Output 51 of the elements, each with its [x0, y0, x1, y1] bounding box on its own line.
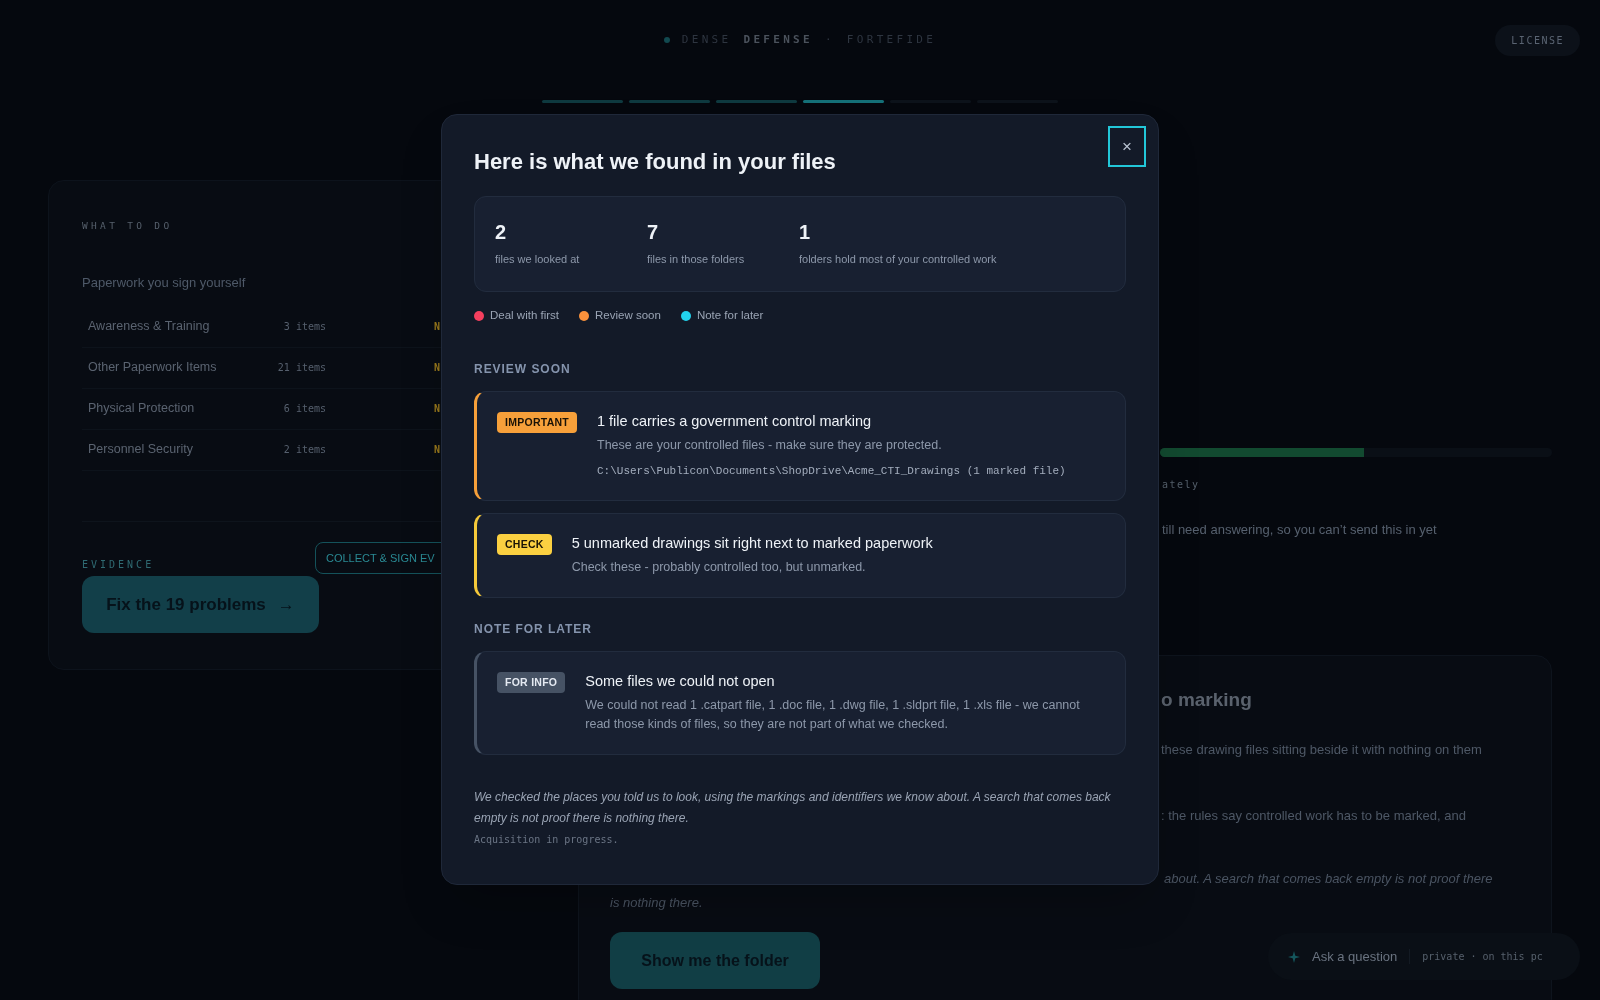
- status-letter: N: [434, 443, 441, 458]
- file-path: C:\Users\Publicon\Documents\ShopDrive\Acme_CTI_Drawings (1 marked file): [597, 464, 1066, 480]
- item-count: 6 items: [282, 402, 326, 417]
- item-count: 3 items: [282, 320, 326, 335]
- status-text: Acquisition in progress.: [474, 832, 619, 847]
- group-title: Paperwork you sign yourself: [82, 274, 246, 293]
- status-letter: N: [434, 361, 441, 376]
- card-heading: o marking: [1161, 687, 1252, 712]
- stat-value: 1: [799, 220, 812, 243]
- section-label: EVIDENCE: [82, 557, 156, 572]
- status-letter: N: [434, 320, 441, 335]
- sparkle-icon: [1288, 950, 1300, 963]
- finding-title: 1 file carries a government control marking: [597, 412, 872, 431]
- stat-label: files we looked at: [495, 251, 581, 267]
- stat-value: 2: [495, 220, 508, 243]
- progress-note: ately: [1162, 478, 1200, 492]
- finding-description: We could not read 1 .catpart file, 1 .doc file, 1 .dwg file, 1 .sldprt file, 1 .xls file - we cannot read those kinds of files, so they are not part of what we checked.: [585, 696, 1081, 733]
- severity-badge: CHECK: [497, 533, 552, 555]
- legend-label: Note for later: [696, 308, 764, 323]
- brand-word: DEFENSE: [743, 31, 813, 48]
- card-paragraph: these drawing files sitting beside it with nothing on them: [1161, 741, 1482, 759]
- severity-badge: FOR INFO: [497, 671, 566, 693]
- license-button[interactable]: LICENSE: [1495, 24, 1580, 56]
- item-count: 2 items: [282, 443, 326, 458]
- stat-label: files in those folders: [647, 251, 746, 267]
- assistant-label: Ask a question: [1312, 947, 1398, 966]
- card-note: about. A search that comes back empty is not proof there: [1164, 870, 1493, 888]
- status-letter: N: [434, 402, 441, 417]
- item-count: 21 items: [276, 361, 326, 376]
- brand-word: ·: [824, 31, 835, 48]
- assistant-note: private · on this pc: [1409, 949, 1543, 964]
- card-note: is nothing there.: [610, 893, 703, 912]
- category-name: Personnel Security: [88, 441, 194, 459]
- category-name: Physical Protection: [88, 400, 196, 418]
- stat-label: folders hold most of your controlled work: [799, 251, 997, 267]
- finding-description: Check these - probably controlled too, but unmarked.: [571, 558, 867, 576]
- disclaimer-note: We checked the places you told us to look, using the markings and identifiers we know about. A search that comes back empty is not proof there is nothing there.: [474, 788, 1112, 827]
- category-name: Other Paperwork Items: [88, 359, 218, 377]
- status-message: till need answering, so you can’t send this in yet: [1162, 521, 1437, 539]
- panel-heading: WHAT TO DO: [82, 219, 173, 233]
- legend-label: Review soon: [595, 308, 661, 323]
- stat-value: 7: [647, 220, 660, 243]
- finding-title: 5 unmarked drawings sit right next to marked paperwork: [571, 533, 933, 552]
- section-heading: NOTE FOR LATER: [474, 620, 593, 638]
- card-paragraph: : the rules say controlled work has to be marked, and: [1161, 806, 1466, 825]
- finding-title: Some files we could not open: [585, 671, 776, 690]
- category-name: Awareness & Training: [88, 318, 211, 336]
- close-button[interactable]: ×: [1108, 126, 1146, 167]
- dialog-title: Here is what we found in your files: [474, 148, 836, 176]
- severity-badge: IMPORTANT: [497, 412, 577, 434]
- finding-description: These are your controlled files - make sure they are protected.: [597, 437, 943, 455]
